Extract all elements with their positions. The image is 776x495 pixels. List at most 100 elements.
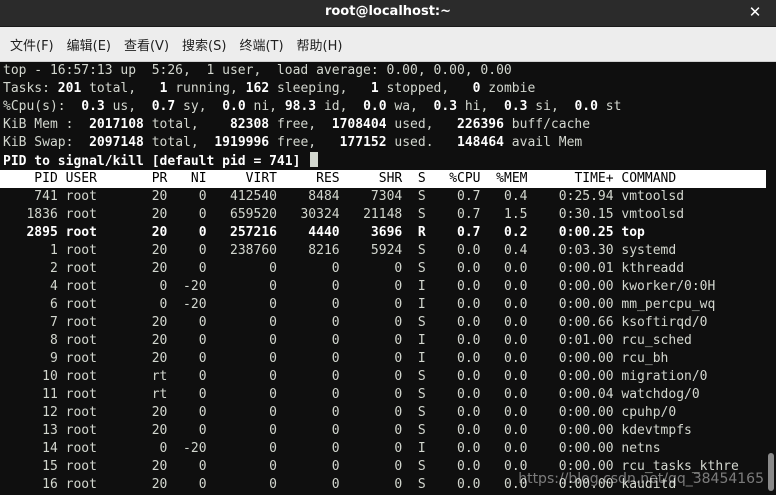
cell-res: 0 (284, 441, 348, 456)
cell-pid: 2895 (3, 225, 66, 240)
cell-res: 0 (284, 279, 348, 294)
scrollbar-thumb[interactable] (768, 453, 774, 491)
cell-shr: 0 (347, 423, 411, 438)
cell-s: S (410, 387, 434, 402)
menu-terminal[interactable]: 终端(T) (233, 31, 289, 58)
process-table-body: 741 root 20 0 412540 8484 7304 S 0.7 0.4… (0, 188, 776, 494)
cell-user: USER (65, 171, 144, 186)
cell-pr: 0 (143, 441, 176, 456)
terminal-output[interactable]: top - 16:57:13 up 5:26, 1 user, load ave… (0, 62, 776, 495)
table-row[interactable]: 13 root 20 0 0 0 0 S 0.0 0.0 0:00.00 kde… (0, 422, 776, 440)
process-table-header: PID USER PR NI VIRT RES SHR S %CPU %MEM … (0, 170, 776, 188)
table-row[interactable]: 9 root 20 0 0 0 0 I 0.0 0.0 0:00.00 rcu_… (0, 350, 776, 368)
cell-virt: 0 (214, 441, 285, 456)
cell-user: root (65, 315, 144, 330)
cell-res: 0 (284, 333, 348, 348)
table-row[interactable]: 741 root 20 0 412540 8484 7304 S 0.7 0.4… (0, 188, 776, 206)
cell-res: 0 (284, 369, 348, 384)
cell-shr: 0 (347, 369, 411, 384)
cell-pr: 0 (143, 279, 176, 294)
cell-mem: 0.0 (488, 297, 536, 312)
terminal-window: root@localhost:~ ✕ 文件(F) 编辑(E) 查看(V) 搜索(… (0, 0, 776, 495)
cell-shr: 5924 (347, 243, 411, 258)
cell-ni: 0 (175, 189, 215, 204)
menu-edit[interactable]: 编辑(E) (61, 31, 117, 58)
table-row[interactable]: 2895 root 20 0 257216 4440 3696 R 0.7 0.… (0, 224, 776, 242)
table-row[interactable]: 1836 root 20 0 659520 30324 21148 S 0.7 … (0, 206, 776, 224)
cell-s: I (410, 279, 434, 294)
cell-time: 0:25.94 (535, 189, 622, 204)
cell-user: root (65, 261, 144, 276)
cell-ni: 0 (175, 387, 215, 402)
table-row[interactable]: 7 root 20 0 0 0 0 S 0.0 0.0 0:00.66 ksof… (0, 314, 776, 332)
cell-virt: VIRT (214, 171, 285, 186)
cell-cmd: kdevtmpfs (621, 423, 692, 438)
cell-res: 0 (284, 387, 348, 402)
cell-virt: 412540 (214, 189, 285, 204)
cell-user: root (65, 333, 144, 348)
cell-pid: 8 (3, 333, 66, 348)
table-row[interactable]: 6 root 0 -20 0 0 0 I 0.0 0.0 0:00.00 mm_… (0, 296, 776, 314)
cell-cmd: cpuhp/0 (621, 405, 677, 420)
cell-ni: 0 (175, 351, 215, 366)
scrollbar[interactable] (766, 62, 776, 495)
cell-pid: 15 (3, 459, 66, 474)
cell-virt: 0 (214, 459, 285, 474)
close-icon[interactable]: ✕ (746, 3, 764, 21)
cell-ni: NI (175, 171, 215, 186)
table-row[interactable]: 2 root 20 0 0 0 0 S 0.0 0.0 0:00.01 kthr… (0, 260, 776, 278)
cell-pr: PR (143, 171, 176, 186)
table-row[interactable]: 4 root 0 -20 0 0 0 I 0.0 0.0 0:00.00 kwo… (0, 278, 776, 296)
cell-res: 0 (284, 477, 348, 492)
menu-view[interactable]: 查看(V) (118, 31, 175, 58)
cell-pr: 20 (143, 243, 176, 258)
cell-mem: 0.0 (488, 315, 536, 330)
cell-mem: 0.0 (488, 333, 536, 348)
cell-virt: 0 (214, 477, 285, 492)
cell-pr: 20 (143, 207, 176, 222)
cell-cmd: COMMAND (621, 171, 677, 186)
cell-shr: 0 (347, 441, 411, 456)
table-row[interactable]: 8 root 20 0 0 0 0 I 0.0 0.0 0:01.00 rcu_… (0, 332, 776, 350)
cell-time: 0:00.04 (535, 387, 622, 402)
cell-ni: 0 (175, 369, 215, 384)
cell-user: root (65, 369, 144, 384)
table-row[interactable]: 11 root rt 0 0 0 0 S 0.0 0.0 0:00.04 wat… (0, 386, 776, 404)
cell-virt: 0 (214, 387, 285, 402)
cell-cmd: top (621, 225, 645, 240)
cell-s: I (410, 297, 434, 312)
cell-cpu: 0.7 (433, 225, 489, 240)
menu-file[interactable]: 文件(F) (4, 31, 60, 58)
cell-time: 0:00.00 (535, 297, 622, 312)
menu-help[interactable]: 帮助(H) (291, 31, 349, 58)
cell-mem: %MEM (488, 171, 536, 186)
menu-search[interactable]: 搜索(S) (176, 31, 232, 58)
table-row[interactable]: 12 root 20 0 0 0 0 S 0.0 0.0 0:00.00 cpu… (0, 404, 776, 422)
cpu-line: %Cpu(s): 0.3 us, 0.7 sy, 0.0 ni, 98.3 id… (3, 99, 622, 114)
cell-pr: 20 (143, 333, 176, 348)
cell-cpu: 0.0 (433, 243, 489, 258)
cell-pid: 13 (3, 423, 66, 438)
table-row[interactable]: 1 root 20 0 238760 8216 5924 S 0.0 0.4 0… (0, 242, 776, 260)
table-row[interactable]: 14 root 0 -20 0 0 0 I 0.0 0.0 0:00.00 ne… (0, 440, 776, 458)
cell-time: 0:00.00 (535, 279, 622, 294)
cell-s: S (410, 459, 434, 474)
cell-user: root (65, 189, 144, 204)
cell-ni: 0 (175, 261, 215, 276)
cell-virt: 659520 (214, 207, 285, 222)
cell-pid: PID (3, 171, 66, 186)
cell-virt: 238760 (214, 243, 285, 258)
cell-ni: -20 (175, 441, 215, 456)
cell-ni: 0 (175, 405, 215, 420)
cell-shr: 7304 (347, 189, 411, 204)
cell-cpu: 0.0 (433, 423, 489, 438)
kill-prompt[interactable]: PID to signal/kill [default pid = 741] (0, 152, 776, 170)
cell-res: 4440 (284, 225, 348, 240)
cell-pr: 20 (143, 351, 176, 366)
cell-s: S (410, 171, 434, 186)
title-bar[interactable]: root@localhost:~ ✕ (0, 0, 776, 27)
cell-cmd: kthreadd (621, 261, 685, 276)
table-row[interactable]: 10 root rt 0 0 0 0 S 0.0 0.0 0:00.00 mig… (0, 368, 776, 386)
cell-cmd: migration/0 (621, 369, 708, 384)
cell-cpu: 0.0 (433, 261, 489, 276)
